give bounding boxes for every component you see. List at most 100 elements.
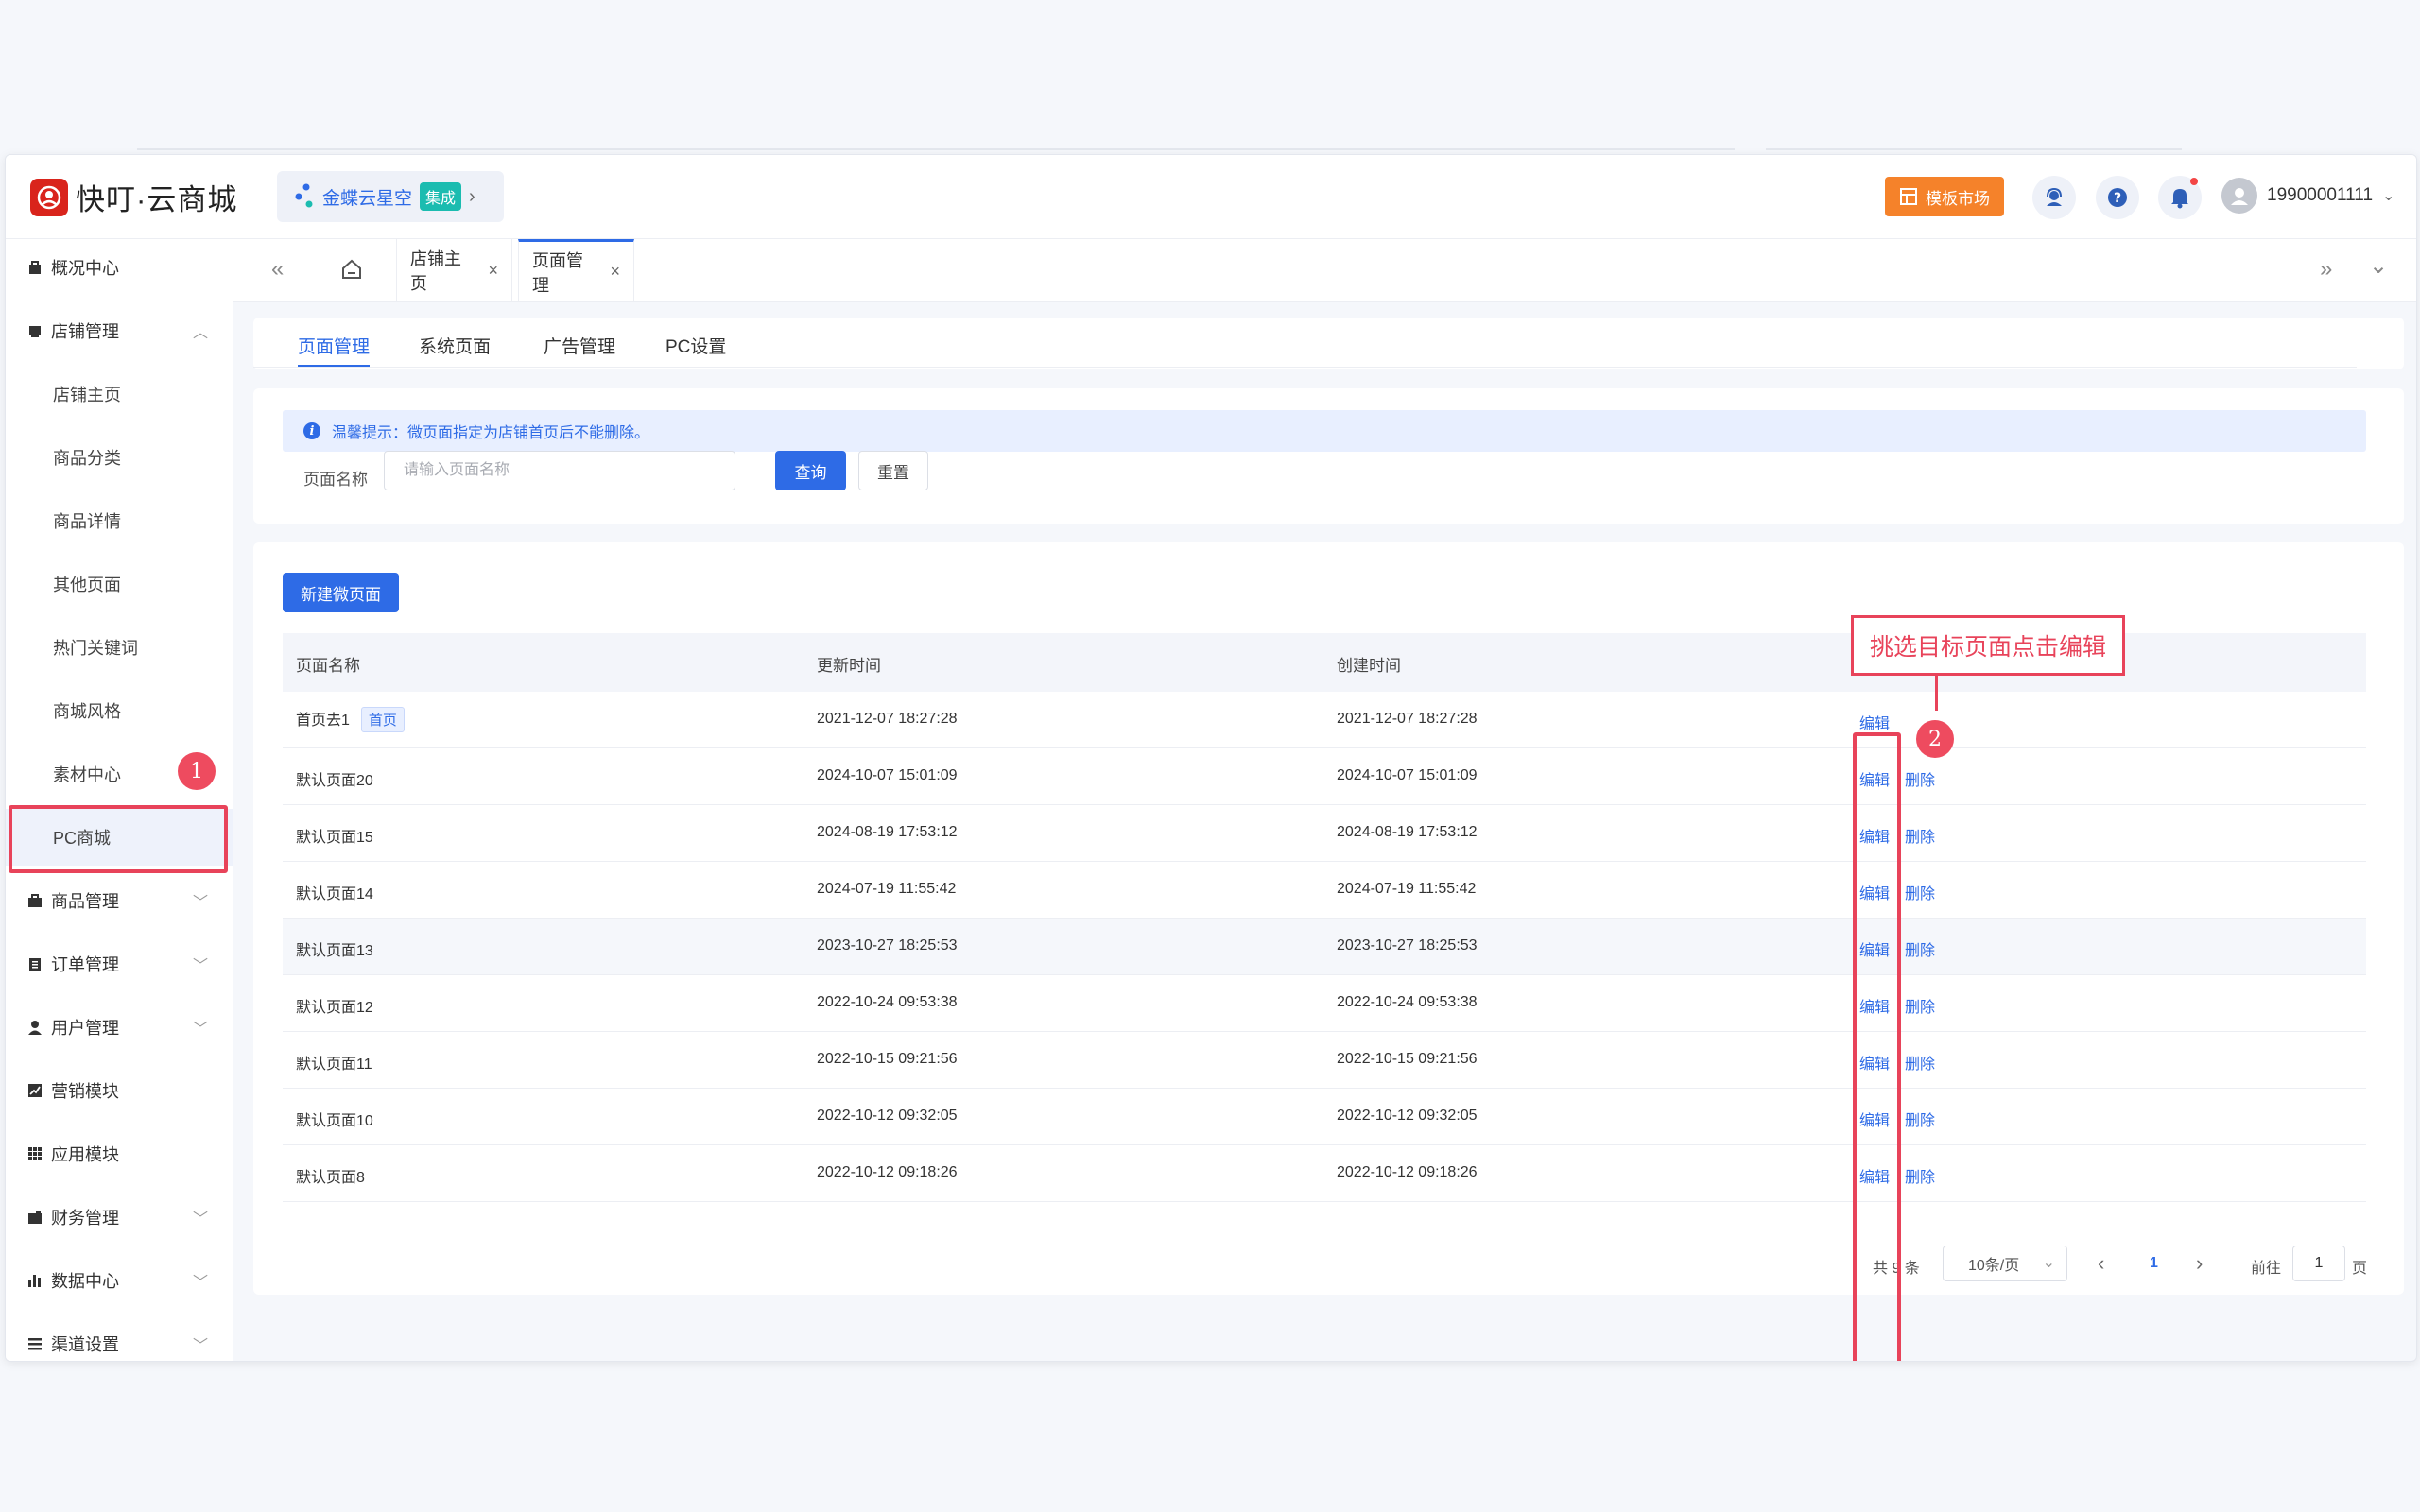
- highlight-pc-mall: [9, 805, 228, 873]
- double-chevron-right-icon[interactable]: »: [2320, 256, 2332, 283]
- user-menu[interactable]: 19900001111 ⌄: [2221, 178, 2394, 214]
- sidebar-item-user-management[interactable]: 用户管理 ﹀: [6, 999, 233, 1056]
- store-switcher[interactable]: 金蝶云星空 集成 ›: [277, 171, 504, 222]
- filter-panel: i 温馨提示：微页面指定为店铺首页后不能删除。 页面名称 查询 重置: [253, 388, 2404, 524]
- goto-page-input[interactable]: [2292, 1246, 2345, 1281]
- table-row: 默认页面20 2024-10-07 15:01:09 2024-10-07 15…: [283, 748, 2366, 805]
- goto-label: 前往: [2251, 1261, 2282, 1277]
- edit-link[interactable]: 编辑: [1859, 711, 1890, 733]
- page-suffix: 页: [2352, 1261, 2368, 1277]
- sidebar-item-product-detail[interactable]: 商品详情: [6, 492, 233, 549]
- tab-label: 页面管理: [532, 250, 583, 295]
- sidebar-item-applications[interactable]: 应用模块: [6, 1125, 233, 1182]
- delete-link[interactable]: 删除: [1905, 881, 1935, 903]
- sidebar-item-label: 店铺管理: [51, 322, 119, 341]
- chevron-down-icon: ﹀: [192, 1211, 208, 1228]
- row-updated-time: 2024-07-19 11:55:42: [817, 881, 957, 897]
- delete-link[interactable]: 删除: [1905, 767, 1935, 790]
- store-icon: [26, 322, 43, 339]
- row-updated-time: 2021-12-07 18:27:28: [817, 711, 958, 727]
- sidebar-item-data-center[interactable]: 数据中心 ﹀: [6, 1252, 233, 1309]
- delete-link[interactable]: 删除: [1905, 1051, 1935, 1074]
- row-updated-time: 2023-10-27 18:25:53: [817, 937, 958, 954]
- notification-button[interactable]: [2158, 176, 2202, 219]
- table-row: 默认页面12 2022-10-24 09:53:38 2022-10-24 09…: [283, 975, 2366, 1032]
- row-created-time: 2022-10-24 09:53:38: [1337, 994, 1478, 1010]
- subtab-pc-settings[interactable]: PC设置: [666, 333, 726, 358]
- delete-link[interactable]: 删除: [1905, 994, 1935, 1017]
- subtab-page-management[interactable]: 页面管理: [298, 333, 370, 358]
- table-row: 首页去1 首页 2021-12-07 18:27:28 2021-12-07 18…: [283, 692, 2366, 748]
- highlight-edit-column: [1853, 732, 1901, 1361]
- sidebar-item-finance[interactable]: 财务管理 ﹀: [6, 1189, 233, 1246]
- row-page-name: 默认页面10: [296, 1113, 373, 1129]
- row-created-time: 2022-10-12 09:18:26: [1337, 1164, 1478, 1180]
- table-row: 默认页面15 2024-08-19 17:53:12 2024-08-19 17…: [283, 805, 2366, 862]
- sidebar-item-product-management[interactable]: 商品管理 ﹀: [6, 872, 233, 929]
- customer-service-button[interactable]: [2032, 176, 2076, 219]
- delete-link[interactable]: 删除: [1905, 1164, 1935, 1187]
- row-created-time: 2022-10-12 09:32:05: [1337, 1108, 1478, 1124]
- delete-link[interactable]: 删除: [1905, 937, 1935, 960]
- row-page-name: 默认页面20: [296, 773, 373, 789]
- row-created-time: 2022-10-15 09:21:56: [1337, 1051, 1478, 1067]
- help-icon: ?: [2108, 188, 2127, 207]
- sidebar-item-label: 店铺主页: [53, 386, 121, 404]
- next-page-icon[interactable]: ›: [2196, 1251, 2203, 1276]
- row-page-name: 默认页面13: [296, 943, 373, 959]
- subtab-ad-management[interactable]: 广告管理: [544, 333, 615, 358]
- delete-link[interactable]: 删除: [1905, 824, 1935, 847]
- template-market-button[interactable]: 模板市场: [1885, 177, 2004, 216]
- sidebar-item-mall-style[interactable]: 商城风格: [6, 682, 233, 739]
- sidebar-item-category[interactable]: 商品分类: [6, 429, 233, 486]
- page-name-input[interactable]: [384, 451, 735, 490]
- row-created-time: 2024-07-19 11:55:42: [1337, 881, 1477, 897]
- sidebar-item-marketing[interactable]: 营销模块: [6, 1062, 233, 1119]
- new-micro-page-button[interactable]: 新建微页面: [283, 573, 399, 612]
- page-size-select[interactable]: 10条/页 ⌄: [1943, 1246, 2067, 1281]
- top-header: 快叮·云商城 金蝶云星空 集成 › 模板市场 ? 19900001111 ⌄: [6, 155, 2416, 239]
- chevron-down-icon: ⌄: [2042, 1255, 2055, 1271]
- sidebar-item-order-management[interactable]: 订单管理 ﹀: [6, 936, 233, 992]
- help-button[interactable]: ?: [2096, 176, 2139, 219]
- user-avatar-icon: [2231, 188, 2248, 205]
- close-icon[interactable]: ×: [610, 262, 620, 282]
- sidebar-item-label: 商城风格: [53, 702, 121, 721]
- sidebar-item-overview[interactable]: 概况中心: [6, 239, 233, 296]
- column-header-name: 页面名称: [296, 657, 360, 675]
- sidebar-item-hot-keywords[interactable]: 热门关键词: [6, 619, 233, 676]
- sidebar-item-store-home[interactable]: 店铺主页: [6, 366, 233, 422]
- table-row: 默认页面11 2022-10-15 09:21:56 2022-10-15 09…: [283, 1032, 2366, 1089]
- prev-page-icon[interactable]: ‹: [2098, 1251, 2104, 1276]
- row-created-time: 2024-08-19 17:53:12: [1337, 824, 1478, 840]
- avatar: [2221, 178, 2257, 214]
- page-name-label: 页面名称: [303, 471, 368, 489]
- delete-link[interactable]: 删除: [1905, 1108, 1935, 1130]
- svg-text:?: ?: [2114, 191, 2121, 206]
- tab-store-home[interactable]: 店铺主页 ×: [396, 239, 512, 301]
- sidebar-item-channel-settings[interactable]: 渠道设置 ﹀: [6, 1315, 233, 1361]
- sidebar-item-store-management[interactable]: 店铺管理 ︿: [6, 302, 233, 359]
- query-button[interactable]: 查询: [775, 451, 846, 490]
- row-created-time: 2021-12-07 18:27:28: [1337, 711, 1478, 727]
- close-icon[interactable]: ×: [488, 261, 498, 281]
- user-name: 19900001111: [2267, 185, 2374, 205]
- column-header-created: 创建时间: [1337, 657, 1401, 675]
- home-icon[interactable]: [340, 258, 363, 285]
- sidebar-item-label: 财务管理: [51, 1209, 119, 1228]
- tab-page-management[interactable]: 页面管理 ×: [518, 239, 634, 301]
- reset-button[interactable]: 重置: [858, 451, 928, 490]
- callout-connector: [1935, 673, 1938, 711]
- brand-logo[interactable]: 快叮·云商城: [30, 176, 237, 218]
- sidebar: 概况中心 店铺管理 ︿ 店铺主页 商品分类 商品详情 其他页面 热门关键词 商城…: [6, 239, 233, 1361]
- column-header-updated: 更新时间: [817, 657, 881, 675]
- wallet-icon: [26, 1209, 43, 1226]
- current-page-number[interactable]: 1: [2150, 1255, 2158, 1272]
- subtab-panel: 页面管理 系统页面 广告管理 PC设置: [253, 318, 2404, 369]
- chevron-down-icon[interactable]: ⌄: [2369, 252, 2388, 280]
- brand-logo-icon: [30, 178, 68, 216]
- sidebar-item-label: 数据中心: [51, 1272, 119, 1291]
- double-chevron-left-icon[interactable]: «: [271, 256, 284, 283]
- subtab-system-pages[interactable]: 系统页面: [419, 333, 491, 358]
- sidebar-item-other-pages[interactable]: 其他页面: [6, 556, 233, 612]
